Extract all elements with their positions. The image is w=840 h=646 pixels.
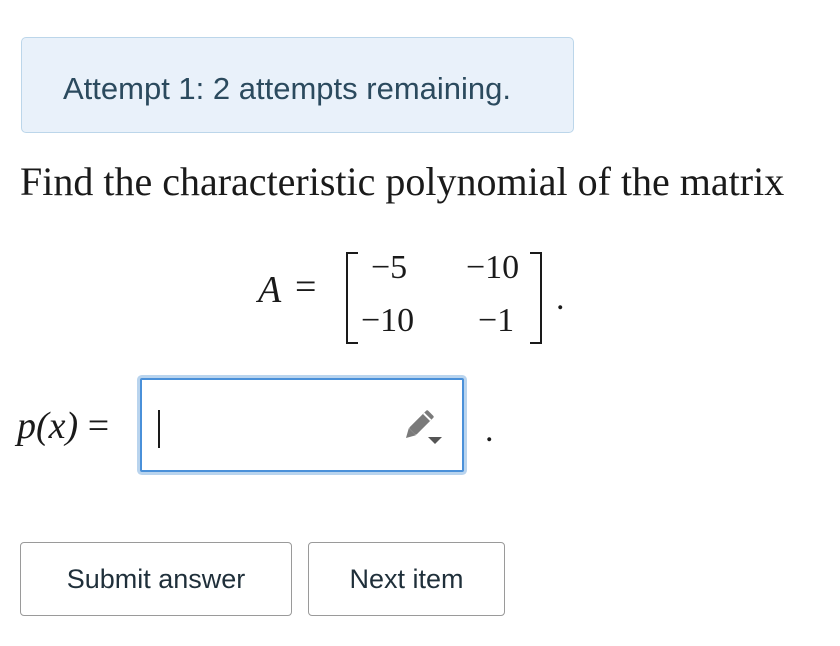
matrix-right-bracket: [530, 252, 542, 344]
matrix-symbol: A: [258, 269, 282, 311]
matrix-cell-2-2: −1: [478, 302, 515, 339]
problem-prompt: Find the characteristic polynomial of th…: [20, 159, 785, 204]
answer-equals-sign: =: [87, 405, 110, 447]
pencil-dropdown-icon[interactable]: [400, 408, 444, 448]
attempt-status-text: Attempt 1: 2 attempts remaining.: [63, 71, 511, 106]
next-item-button[interactable]: Next item: [308, 542, 505, 616]
answer-function-label: p(x): [17, 405, 79, 447]
matrix-cell-1-1: −5: [371, 249, 408, 286]
matrix-equals-sign: =: [295, 266, 317, 308]
attempt-banner: Attempt 1: 2 attempts remaining.: [21, 37, 574, 133]
answer-label: p(x) =: [17, 404, 109, 448]
matrix-cell-1-2: −10: [466, 249, 520, 286]
answer-input[interactable]: [140, 378, 464, 472]
text-cursor: [158, 410, 160, 448]
answer-trailing-period: .: [485, 412, 494, 449]
submit-answer-button[interactable]: Submit answer: [20, 542, 292, 616]
matrix-period: .: [556, 280, 565, 317]
matrix-cell-2-1: −10: [361, 302, 415, 339]
matrix-left-bracket: [346, 252, 358, 344]
